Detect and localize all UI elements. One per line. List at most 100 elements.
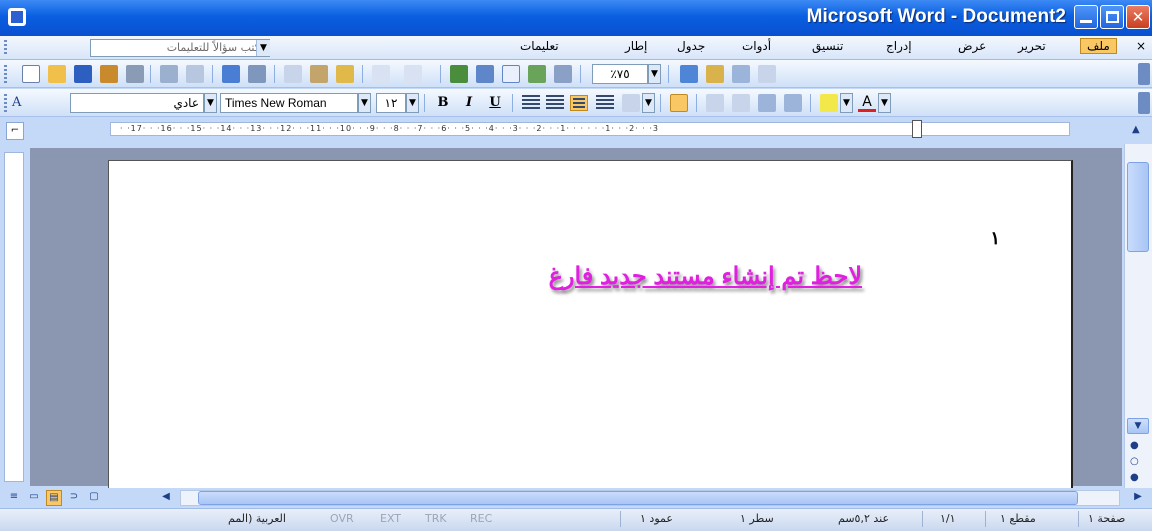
document-text[interactable]: لاحظ تم إنشاء مستند جديد فارغ xyxy=(549,262,862,291)
spelling-icon[interactable] xyxy=(222,65,240,83)
show-hide-icon[interactable] xyxy=(758,65,776,83)
print-preview-icon[interactable] xyxy=(160,65,178,83)
vertical-ruler[interactable] xyxy=(4,152,24,482)
print-layout-view-icon[interactable]: ▤ xyxy=(46,490,62,506)
menu-table[interactable]: جدول xyxy=(677,39,705,53)
highlight-dropdown-arrow[interactable]: ▼ xyxy=(840,93,853,113)
font-color-dropdown-arrow[interactable]: ▼ xyxy=(878,93,891,113)
menu-edit[interactable]: تحرير xyxy=(1018,39,1046,53)
scroll-left-icon[interactable]: ◀ xyxy=(158,490,174,506)
document-page[interactable] xyxy=(108,160,1073,490)
next-page-icon[interactable]: ● xyxy=(1130,472,1139,483)
tab-selector-icon[interactable]: ⌐ xyxy=(6,122,24,140)
toolbar-options-icon[interactable] xyxy=(1138,92,1150,114)
vertical-scroll-thumb[interactable] xyxy=(1127,162,1149,252)
research-icon[interactable] xyxy=(186,65,204,83)
style-select[interactable]: عادي xyxy=(70,93,204,113)
line-spacing-dropdown-arrow[interactable]: ▼ xyxy=(642,93,655,113)
rtl-direction-icon[interactable] xyxy=(670,94,688,112)
paste-icon[interactable] xyxy=(310,65,328,83)
scroll-up-arrow-icon[interactable]: ▲ xyxy=(1132,124,1140,135)
minimize-button[interactable] xyxy=(1074,5,1098,29)
decrease-indent-icon[interactable] xyxy=(758,94,776,112)
normal-view-icon[interactable]: ≡ xyxy=(6,490,22,506)
menu-format[interactable]: تنسيق xyxy=(812,39,843,53)
read-icon[interactable] xyxy=(706,65,724,83)
print-icon[interactable] xyxy=(126,65,144,83)
status-separator xyxy=(985,511,986,527)
help-dropdown-arrow[interactable]: ▼ xyxy=(256,40,270,56)
close-document-button[interactable]: × xyxy=(1136,39,1146,53)
status-mode-rec[interactable]: REC xyxy=(470,512,492,525)
font-select[interactable]: Times New Roman xyxy=(220,93,358,113)
bullets-icon[interactable] xyxy=(732,94,750,112)
align-right-icon[interactable] xyxy=(570,95,588,111)
scroll-down-button[interactable]: ▼ xyxy=(1127,418,1149,434)
help-search-input[interactable]: اكتب سؤالاً للتعليمات xyxy=(90,39,270,57)
word-app-icon[interactable] xyxy=(8,8,26,26)
underline-button[interactable]: U xyxy=(486,95,504,110)
outline-view-icon[interactable]: ⊃ xyxy=(66,490,82,506)
tables-borders-icon[interactable] xyxy=(476,65,494,83)
document-map-icon[interactable] xyxy=(732,65,750,83)
status-mode-trk[interactable]: TRK xyxy=(425,512,447,525)
bold-button[interactable]: B xyxy=(434,95,452,110)
numbering-icon[interactable] xyxy=(706,94,724,112)
justify-icon[interactable] xyxy=(596,95,614,111)
columns-icon[interactable] xyxy=(554,65,572,83)
menu-view[interactable]: عرض xyxy=(958,39,986,53)
indent-marker-icon[interactable] xyxy=(912,120,922,138)
menu-window[interactable]: إطار xyxy=(625,39,647,53)
scroll-right-icon[interactable]: ▶ xyxy=(1130,490,1146,506)
ruler-marks: · ·17· · ·16· · ·15· · ·14· · ·13· · ·12… xyxy=(120,124,659,133)
maximize-button[interactable] xyxy=(1100,5,1124,29)
cut-icon[interactable] xyxy=(248,65,266,83)
toolbar-options-icon[interactable] xyxy=(1138,63,1150,85)
reading-view-icon[interactable]: ▢ xyxy=(86,490,102,506)
line-spacing-icon[interactable] xyxy=(622,94,640,112)
increase-indent-icon[interactable] xyxy=(784,94,802,112)
previous-page-icon[interactable]: ● xyxy=(1130,440,1139,451)
status-language[interactable]: العربية (المم xyxy=(228,512,286,525)
formatting-toolbar: A عادي ▼ Times New Roman ▼ ١٢ ▼ B I U ▼ … xyxy=(0,89,1152,117)
font-dropdown-arrow[interactable]: ▼ xyxy=(358,93,371,113)
permission-icon[interactable] xyxy=(100,65,118,83)
format-painter-icon[interactable] xyxy=(336,65,354,83)
font-color-icon[interactable]: A xyxy=(858,94,876,112)
help-icon[interactable] xyxy=(680,65,698,83)
toolbar-separator xyxy=(274,65,275,83)
new-document-icon[interactable] xyxy=(22,65,40,83)
status-separator xyxy=(1078,511,1079,527)
horizontal-scroll-thumb[interactable] xyxy=(198,491,1078,505)
menu-insert[interactable]: إدراج xyxy=(886,39,912,53)
insert-excel-icon[interactable] xyxy=(528,65,546,83)
close-button[interactable]: ✕ xyxy=(1126,5,1150,29)
highlight-icon[interactable] xyxy=(820,94,838,112)
standard-toolbar: ٪٧٥ ▼ xyxy=(0,60,1152,88)
italic-button[interactable]: I xyxy=(460,95,478,110)
window-title: Microsoft Word - Document2 xyxy=(806,6,1066,27)
styles-pane-icon[interactable]: A xyxy=(12,95,21,110)
copy-icon[interactable] xyxy=(284,65,302,83)
status-mode-ovr[interactable]: OVR xyxy=(330,512,354,525)
browse-object-icon[interactable]: ○ xyxy=(1130,456,1139,467)
status-mode-ext[interactable]: EXT xyxy=(380,512,401,525)
page-number: ١ xyxy=(990,228,1000,248)
menu-tools[interactable]: أدوات xyxy=(742,39,771,53)
style-dropdown-arrow[interactable]: ▼ xyxy=(204,93,217,113)
hyperlink-icon[interactable] xyxy=(450,65,468,83)
redo-icon[interactable] xyxy=(404,65,422,83)
menu-help[interactable]: تعليمات xyxy=(520,39,559,53)
align-center-icon[interactable] xyxy=(546,95,564,111)
align-left-icon[interactable] xyxy=(522,95,540,111)
save-icon[interactable] xyxy=(74,65,92,83)
font-size-select[interactable]: ١٢ xyxy=(376,93,406,113)
web-view-icon[interactable]: ▭ xyxy=(26,490,42,506)
zoom-select[interactable]: ٪٧٥ xyxy=(592,64,648,84)
undo-icon[interactable] xyxy=(372,65,390,83)
font-size-dropdown-arrow[interactable]: ▼ xyxy=(406,93,419,113)
open-folder-icon[interactable] xyxy=(48,65,66,83)
zoom-dropdown-arrow[interactable]: ▼ xyxy=(648,64,661,84)
menu-file[interactable]: ملف xyxy=(1080,38,1117,54)
insert-table-icon[interactable] xyxy=(502,65,520,83)
